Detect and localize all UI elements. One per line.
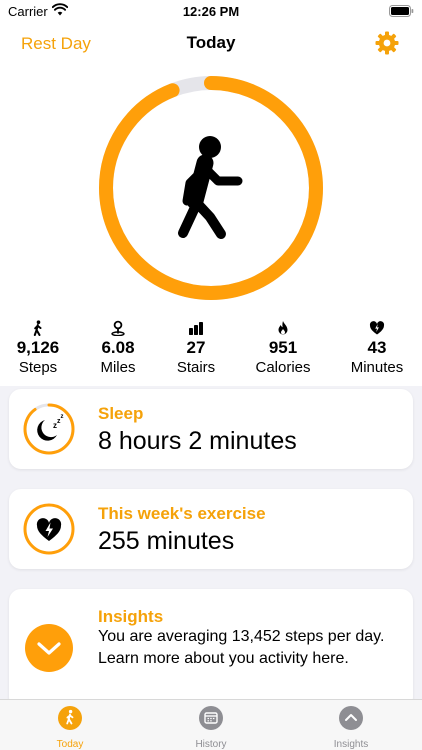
miles-value: 6.08 xyxy=(101,338,135,357)
moon-zzz-icon: z z z xyxy=(23,403,75,455)
chevron-down-icon[interactable] xyxy=(22,621,76,675)
stat-steps: 9,126 Steps xyxy=(0,320,78,376)
minutes-value: 43 xyxy=(367,338,387,357)
miles-label: Miles xyxy=(100,359,136,376)
tab-today-label: Today xyxy=(56,739,84,750)
stats-row: 9,126 Steps 6.08 Miles 27 Stairs 951 Cal… xyxy=(0,320,422,380)
tab-history[interactable]: History xyxy=(166,706,256,750)
walking-icon xyxy=(58,706,82,730)
activity-ring xyxy=(99,76,323,300)
tab-today[interactable]: Today xyxy=(25,706,115,750)
sleep-value: 8 hours 2 minutes xyxy=(98,427,297,455)
stairs-value: 27 xyxy=(186,338,206,357)
svg-text:z: z xyxy=(61,414,64,420)
minutes-label: Minutes xyxy=(350,359,404,376)
exercise-card[interactable]: This week's exercise 255 minutes xyxy=(9,489,413,569)
heart-bolt-icon xyxy=(369,321,385,335)
tab-bar: Today History Insights xyxy=(0,699,422,750)
insights-text: You are averaging 13,452 steps per day. … xyxy=(98,628,385,667)
status-bar: Carrier 12:26 PM xyxy=(0,0,422,22)
walking-figure-icon xyxy=(178,136,243,239)
battery-icon xyxy=(389,5,414,17)
gear-icon[interactable] xyxy=(375,31,399,55)
stat-stairs: 27 Stairs xyxy=(156,320,236,376)
location-pin-icon xyxy=(111,320,125,336)
tab-history-label: History xyxy=(195,739,227,750)
sleep-card[interactable]: z z z Sleep 8 hours 2 minutes xyxy=(9,389,413,469)
insights-card[interactable]: Insights You are averaging 13,452 steps … xyxy=(9,589,413,709)
bar-chart-icon xyxy=(189,322,203,335)
heart-bolt-icon xyxy=(23,503,75,555)
calendar-icon xyxy=(199,706,223,730)
stat-minutes: 43 Minutes xyxy=(337,320,417,376)
insights-title: Insights xyxy=(98,607,164,626)
exercise-title: This week's exercise xyxy=(98,504,266,523)
walking-icon xyxy=(33,320,42,336)
app-screen: Carrier 12:26 PM Rest Day Today 9,126 St… xyxy=(0,0,422,750)
flame-icon xyxy=(278,321,288,335)
sleep-title: Sleep xyxy=(98,404,144,423)
exercise-value: 255 minutes xyxy=(98,527,235,555)
stairs-label: Stairs xyxy=(176,359,216,376)
steps-value: 9,126 xyxy=(16,338,60,357)
calories-label: Calories xyxy=(255,359,311,376)
tab-insights-label: Insights xyxy=(333,739,369,750)
tab-insights[interactable]: Insights xyxy=(306,706,396,750)
chevron-up-icon xyxy=(339,706,363,730)
page-title: Today xyxy=(186,33,236,52)
calories-value: 951 xyxy=(268,338,298,357)
ring-progress xyxy=(99,76,323,300)
status-time: 12:26 PM xyxy=(182,4,240,19)
stat-calories: 951 Calories xyxy=(243,320,323,376)
stat-miles: 6.08 Miles xyxy=(78,320,158,376)
steps-label: Steps xyxy=(18,359,58,376)
